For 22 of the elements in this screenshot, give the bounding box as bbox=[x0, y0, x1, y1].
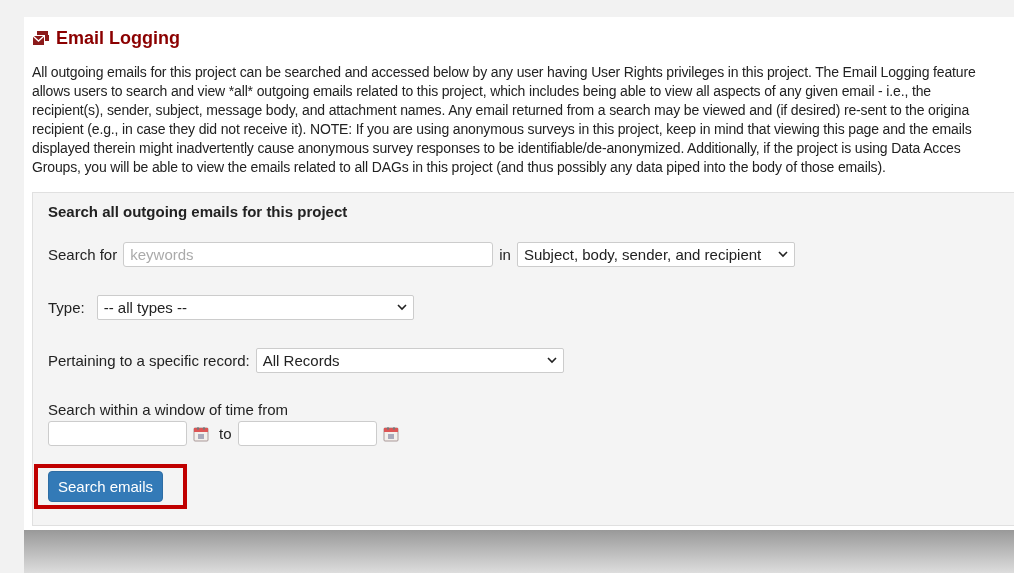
calendar-icon[interactable] bbox=[382, 425, 399, 442]
field-label: Type: bbox=[48, 299, 85, 316]
email-icon bbox=[32, 30, 50, 46]
field-label: to bbox=[219, 425, 232, 442]
description-text: All outgoing emails for this project can be searched and accessed below by any user having User Rights privileges in this project. The Email Logging feature allows users to search and view *all* outgoing emails related to this project, which includes being able to view all aspects of any given email - i.e., the recipient(s), sender, subject, message body, and attachment names. Any email returned from a search may be viewed and (if desired) re-sent to the origina recipient (e.g., in case they did not receive it). NOTE: If you are using anonymous surveys in this project, keep in mind that viewing this page and the emails displayed therein might inadvertently cause anonymous survey responses to be identifiable/de-anonymized. Additionally, if the project is using Data Acces Groups, you will be able to view the emails related to all DAGs in this project (and thus possibly any data piped into the body of those emails). bbox=[32, 63, 977, 177]
caret-icon bbox=[777, 251, 788, 258]
dropdown[interactable]: All Records bbox=[255, 348, 564, 373]
page-title: Email Logging bbox=[56, 27, 180, 49]
dropdown[interactable]: Subject, body, sender, and recipient bbox=[516, 242, 795, 267]
dropdown[interactable]: -- all types -- bbox=[96, 295, 414, 320]
date-field[interactable] bbox=[48, 421, 187, 446]
field-label: Pertaining to a specific record: bbox=[48, 352, 250, 369]
panel-title: Search all outgoing emails for this project bbox=[48, 203, 349, 220]
search-button[interactable]: Search emails bbox=[48, 471, 164, 502]
calendar-icon[interactable] bbox=[193, 425, 209, 442]
field-label: in bbox=[499, 246, 511, 263]
field-label: Search for bbox=[48, 246, 118, 263]
caret-icon bbox=[396, 304, 407, 311]
search-field[interactable]: keywords bbox=[123, 242, 494, 267]
caret-icon bbox=[546, 357, 557, 364]
field-label: Search within a window of time from bbox=[48, 401, 290, 418]
date-field[interactable] bbox=[237, 421, 377, 446]
